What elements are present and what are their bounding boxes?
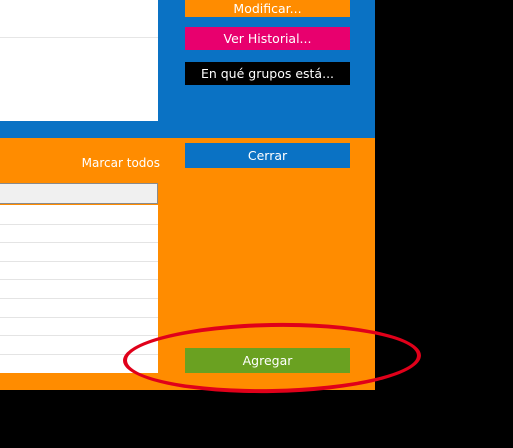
view-history-button[interactable]: Ver Historial... bbox=[185, 27, 350, 50]
mark-all-link[interactable]: Marcar todos bbox=[60, 156, 160, 170]
groups-button-label: En qué grupos está... bbox=[200, 66, 335, 81]
list-row-divider bbox=[0, 261, 158, 262]
list-row-divider bbox=[0, 242, 158, 243]
list-row-divider bbox=[0, 279, 158, 280]
top-list-row-divider bbox=[0, 37, 158, 38]
list-row-divider bbox=[0, 335, 158, 336]
close-button-label: Cerrar bbox=[247, 148, 288, 163]
view-history-button-label: Ver Historial... bbox=[223, 31, 312, 46]
list-row-divider bbox=[0, 298, 158, 299]
close-button[interactable]: Cerrar bbox=[185, 143, 350, 168]
list-header[interactable] bbox=[0, 183, 158, 204]
modify-button-label: Modificar... bbox=[233, 1, 302, 16]
list-row-divider bbox=[0, 317, 158, 318]
groups-button[interactable]: En qué grupos está... bbox=[185, 62, 350, 85]
top-list-area bbox=[0, 0, 158, 121]
list-row-divider bbox=[0, 224, 158, 225]
modify-button[interactable]: Modificar... bbox=[185, 0, 350, 17]
blue-strip bbox=[0, 121, 158, 138]
